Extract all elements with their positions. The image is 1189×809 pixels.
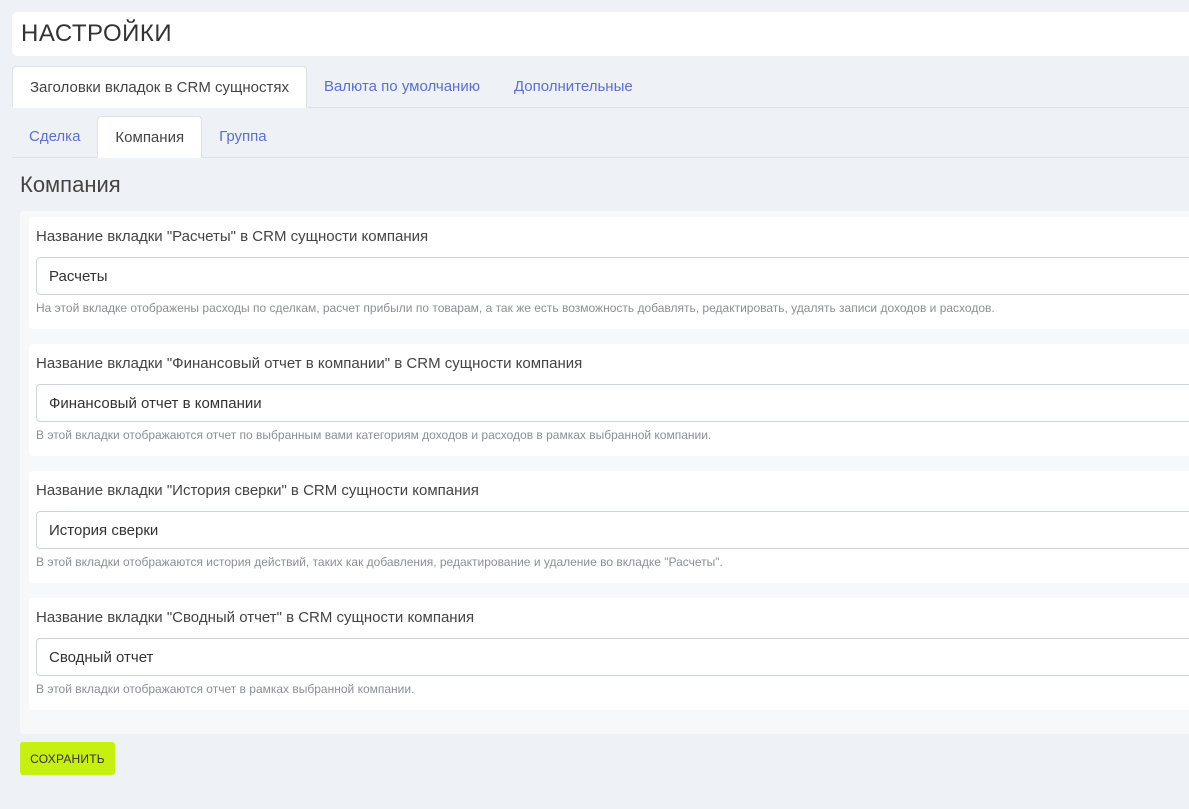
field-group-reconciliation-history: Название вкладки "История сверки" в CRM …	[29, 471, 1189, 583]
page-header: НАСТРОЙКИ	[12, 12, 1189, 56]
page-title: НАСТРОЙКИ	[21, 20, 173, 47]
section-heading: Компания	[20, 172, 121, 197]
tab-additional[interactable]: Дополнительные	[497, 66, 650, 107]
field-label: Название вкладки "Финансовый отчет в ком…	[36, 355, 583, 372]
field-help-text: В этой вкладки отображаются история дейс…	[36, 555, 723, 569]
field-label: Название вкладки "Расчеты" в CRM сущност…	[36, 228, 429, 245]
field-group-calculations: Название вкладки "Расчеты" в CRM сущност…	[29, 217, 1189, 329]
settings-form: Название вкладки "Расчеты" в CRM сущност…	[20, 211, 1189, 734]
reconciliation-history-tab-title-input[interactable]	[36, 511, 1189, 549]
tab-deal[interactable]: Сделка	[12, 116, 97, 157]
tab-group[interactable]: Группа	[202, 116, 284, 157]
field-help-text: На этой вкладке отображены расходы по сд…	[36, 301, 995, 315]
field-group-summary-report: Название вкладки "Сводный отчет" в CRM с…	[29, 598, 1189, 710]
entity-tabs: Сделка Компания Группа	[12, 115, 1189, 158]
tab-crm-tab-titles[interactable]: Заголовки вкладок в CRM сущностях	[12, 66, 307, 108]
field-group-financial-report: Название вкладки "Финансовый отчет в ком…	[29, 344, 1189, 456]
field-label: Название вкладки "История сверки" в CRM …	[36, 482, 479, 499]
calculations-tab-title-input[interactable]	[36, 257, 1189, 295]
field-help-text: В этой вкладки отображаются отчет по выб…	[36, 428, 712, 442]
field-label: Название вкладки "Сводный отчет" в CRM с…	[36, 609, 475, 626]
field-help-text: В этой вкладки отображаются отчет в рамк…	[36, 682, 415, 696]
financial-report-tab-title-input[interactable]	[36, 384, 1189, 422]
main-tabs: Заголовки вкладок в CRM сущностях Валюта…	[12, 65, 1189, 108]
save-button[interactable]: СОХРАНИТЬ	[20, 742, 115, 775]
summary-report-tab-title-input[interactable]	[36, 638, 1189, 676]
tab-default-currency[interactable]: Валюта по умолчанию	[307, 66, 497, 107]
tab-company[interactable]: Компания	[97, 116, 203, 158]
